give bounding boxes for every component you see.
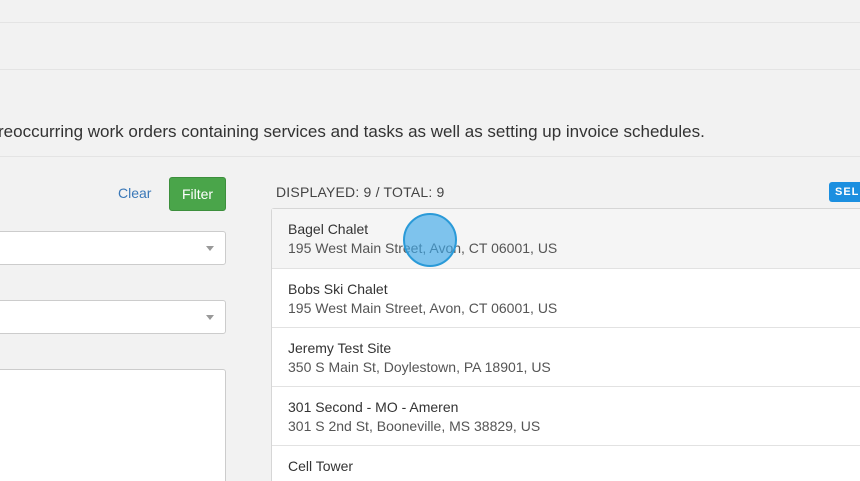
- divider: [0, 156, 860, 157]
- list-item[interactable]: Bagel Chalet 195 West Main Street, Avon,…: [272, 209, 860, 269]
- chevron-down-icon: [206, 315, 214, 320]
- list-item[interactable]: 301 Second - MO - Ameren 301 S 2nd St, B…: [272, 387, 860, 446]
- item-name: Bagel Chalet: [288, 221, 369, 237]
- item-name: Jeremy Test Site: [288, 340, 392, 356]
- select-all-button[interactable]: SEL: [829, 182, 860, 202]
- clear-link[interactable]: Clear: [118, 185, 151, 201]
- location-list: Bagel Chalet 195 West Main Street, Avon,…: [271, 208, 860, 481]
- filter-select-1[interactable]: [0, 231, 226, 265]
- item-name: Cell Tower: [288, 458, 354, 474]
- item-address: 350 S Main St, Doylestown, PA 18901, US: [288, 359, 551, 375]
- item-name: Bobs Ski Chalet: [288, 281, 388, 297]
- item-name: 301 Second - MO - Ameren: [288, 399, 459, 415]
- item-address: 301 S 2nd St, Booneville, MS 38829, US: [288, 418, 541, 434]
- filter-select-2[interactable]: [0, 300, 226, 334]
- list-item[interactable]: Cell Tower: [272, 446, 860, 481]
- breadcrumb-bar: [0, 23, 860, 70]
- page-description: reoccurring work orders containing servi…: [0, 122, 705, 141]
- top-bar: [0, 0, 860, 23]
- item-address: 195 West Main Street, Avon, CT 06001, US: [288, 240, 558, 256]
- filter-multi-select[interactable]: [0, 369, 226, 481]
- displayed-count: DISPLAYED: 9 / TOTAL: 9: [276, 184, 445, 200]
- page: reoccurring work orders containing servi…: [0, 0, 860, 481]
- filter-button[interactable]: Filter: [169, 177, 226, 211]
- click-indicator: [403, 213, 457, 267]
- list-item[interactable]: Jeremy Test Site 350 S Main St, Doylesto…: [272, 328, 860, 387]
- item-address: 195 West Main Street, Avon, CT 06001, US: [288, 300, 558, 316]
- chevron-down-icon: [206, 246, 214, 251]
- list-item[interactable]: Bobs Ski Chalet 195 West Main Street, Av…: [272, 269, 860, 328]
